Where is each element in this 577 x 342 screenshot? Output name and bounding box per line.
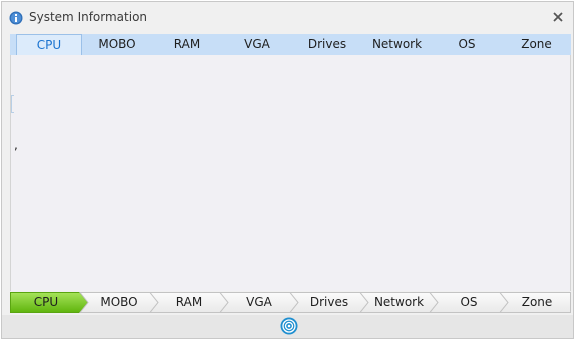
title-bar: System Information <box>2 2 573 34</box>
info-icon <box>9 11 23 25</box>
breadcrumb-cpu[interactable]: CPU <box>10 295 82 309</box>
breadcrumb-vga[interactable]: VGA <box>224 295 294 309</box>
tab-content-panel: , <box>10 55 571 291</box>
system-information-window: System Information CPU MOBO RAM VGA Driv… <box>1 1 574 339</box>
breadcrumb-os[interactable]: OS <box>434 295 504 309</box>
panel-edge-marker <box>11 95 14 113</box>
tab-ram[interactable]: RAM <box>152 34 222 55</box>
breadcrumb-network[interactable]: Network <box>364 295 434 309</box>
breadcrumb-zone[interactable]: Zone <box>504 295 570 309</box>
breadcrumb-mobo[interactable]: MOBO <box>84 295 154 309</box>
breadcrumb-ram[interactable]: RAM <box>154 295 224 309</box>
tab-zone[interactable]: Zone <box>502 34 571 55</box>
tab-drives[interactable]: Drives <box>292 34 362 55</box>
stray-text: , <box>14 138 18 152</box>
window-title: System Information <box>29 10 148 24</box>
close-icon[interactable] <box>551 10 565 24</box>
tab-os[interactable]: OS <box>432 34 502 55</box>
breadcrumb-drives[interactable]: Drives <box>294 295 364 309</box>
target-icon[interactable] <box>280 317 298 335</box>
breadcrumb-nav: CPU MOBO RAM VGA Drives Network OS Zone <box>10 292 571 313</box>
tab-mobo[interactable]: MOBO <box>82 34 152 55</box>
tab-cpu[interactable]: CPU <box>16 34 82 55</box>
tab-network[interactable]: Network <box>362 34 432 55</box>
tab-vga[interactable]: VGA <box>222 34 292 55</box>
top-tab-bar: CPU MOBO RAM VGA Drives Network OS Zone <box>10 34 571 55</box>
status-bar <box>2 315 573 338</box>
